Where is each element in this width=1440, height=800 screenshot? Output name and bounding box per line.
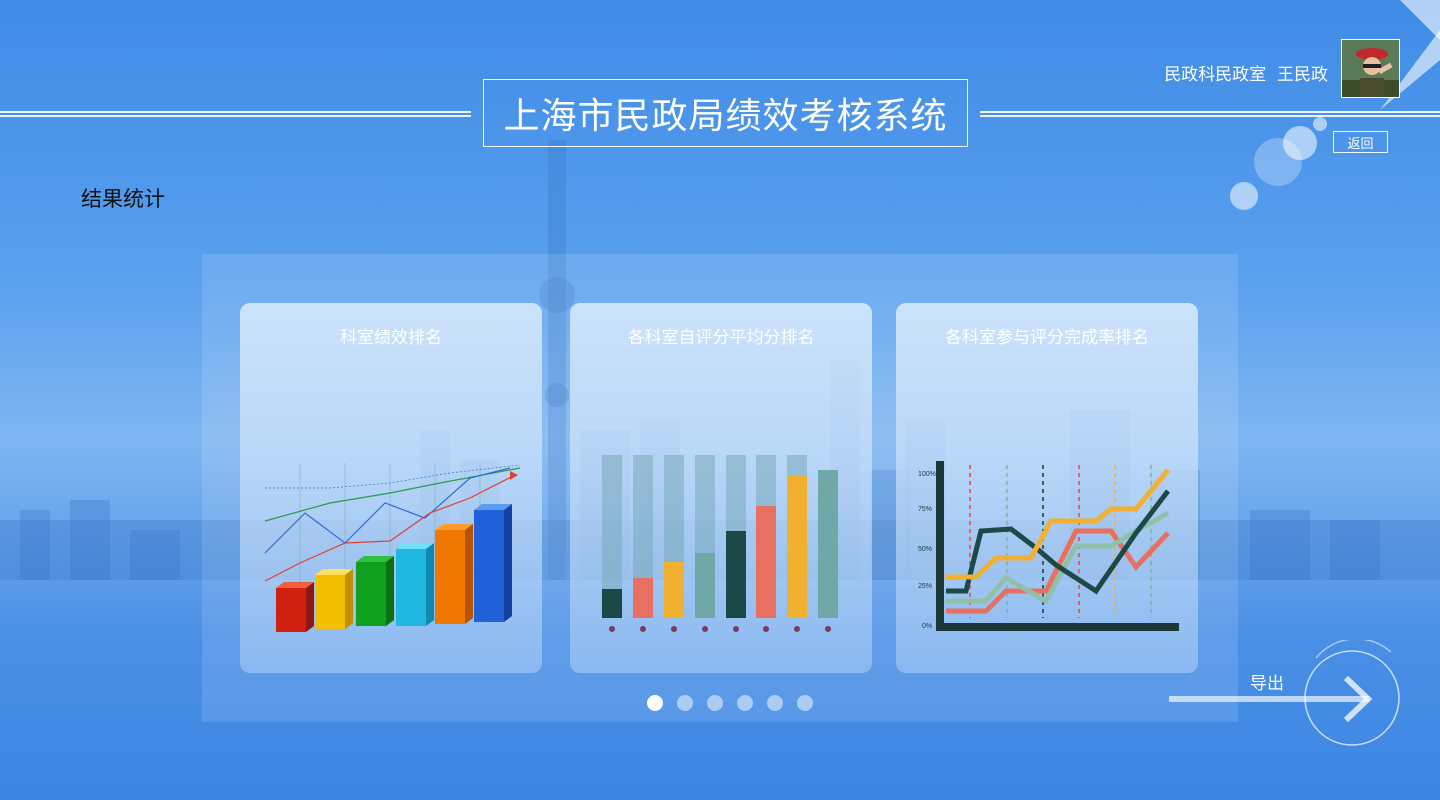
section-title: 结果统计 (81, 187, 165, 211)
back-button[interactable]: 返回 (1333, 131, 1388, 153)
column-chart-icon (602, 455, 838, 632)
axis-label-25: 25% (918, 583, 932, 590)
pager-dot-1[interactable] (647, 695, 663, 711)
card-completion-rate-ranking[interactable]: 各科室参与评分完成率排名 100% 75% 50% 25% 0% (896, 303, 1198, 673)
axis-label-75: 75% (918, 506, 932, 513)
page-title: 上海市民政局绩效考核系统 (483, 79, 968, 147)
card-department-performance-ranking[interactable]: 科室绩效排名 (240, 303, 542, 673)
arrow-right-icon (1169, 640, 1400, 746)
axis-label-100: 100% (918, 471, 936, 478)
card-self-score-average-ranking[interactable]: 各科室自评分平均分排名 (570, 303, 872, 673)
line-chart-icon: 100% 75% 50% 25% 0% (918, 461, 1179, 631)
avatar[interactable] (1341, 39, 1400, 98)
carousel-pager (647, 695, 813, 711)
pager-dot-5[interactable] (767, 695, 783, 711)
page-title-text: 上海市民政局绩效考核系统 (503, 96, 948, 137)
3d-bar-chart-icon (264, 463, 521, 632)
pager-dot-2[interactable] (677, 695, 693, 711)
axis-label-0: 0% (922, 623, 932, 630)
avatar-image (1342, 40, 1399, 97)
axis-label-50: 50% (918, 546, 932, 553)
header-line-left (0, 111, 471, 117)
export-button[interactable]: 导出 (1166, 640, 1406, 755)
pager-dot-3[interactable] (707, 695, 723, 711)
pager-dot-6[interactable] (797, 695, 813, 711)
header-line-right (980, 111, 1440, 117)
pager-dot-4[interactable] (737, 695, 753, 711)
user-info: 民政科民政室 王民政 (1164, 65, 1328, 85)
